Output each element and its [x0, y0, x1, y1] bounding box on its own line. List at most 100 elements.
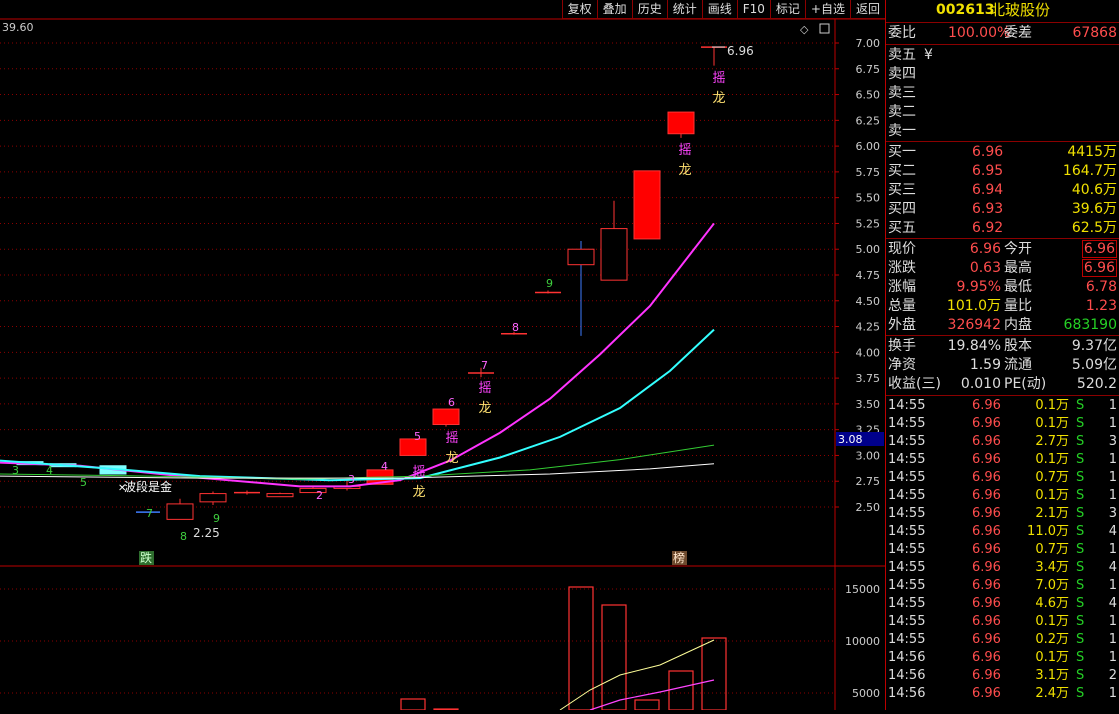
- trade-price: 6.96: [972, 632, 1001, 647]
- price-tick-label: 4.50: [856, 295, 881, 308]
- dragon-bottom-label: 龙: [678, 163, 691, 178]
- window-icon: [819, 23, 830, 34]
- volume-bar: [568, 586, 594, 711]
- toolbar-button-2[interactable]: 历史: [631, 0, 667, 19]
- toolbar-button-5[interactable]: F10: [736, 0, 770, 19]
- weicha-value: 67868: [1072, 25, 1117, 41]
- stat-row: 外盘 326942 内盘 683190: [886, 316, 1119, 335]
- stat2-row: 换手 19.84% 股本 9.37亿: [886, 337, 1119, 356]
- stat-value: 6.96: [1081, 259, 1117, 277]
- high-price-label: 6.96: [727, 44, 754, 58]
- trade-count: 1: [1108, 542, 1117, 557]
- trade-volume: 2.1万: [1035, 506, 1069, 521]
- trade-time: 14:55: [888, 452, 926, 467]
- volume-bar: [668, 670, 694, 711]
- candle-body: [432, 408, 460, 426]
- stat-label: 涨跌: [888, 260, 916, 276]
- stat-label: 最高: [1004, 260, 1032, 276]
- buy-label: 买一: [888, 144, 916, 160]
- price-tick-label: 5.75: [856, 166, 881, 179]
- trade-volume: 0.1万: [1035, 614, 1069, 629]
- buy-row: 买二 6.95 164.7万: [886, 162, 1119, 181]
- rank-label: 榜: [673, 550, 685, 565]
- toolbar-button-6[interactable]: 标记: [769, 0, 805, 19]
- sequence-number: 6: [448, 396, 455, 409]
- buy-volume: 40.6万: [1071, 182, 1117, 198]
- trade-count: 3: [1108, 506, 1117, 521]
- stat-label: 流通: [1004, 357, 1032, 373]
- trade-time: 14:55: [888, 416, 926, 431]
- buy-row: 买一 6.96 4415万: [886, 143, 1119, 162]
- sequence-number: 9: [546, 277, 553, 290]
- sequence-number: 4: [46, 464, 53, 477]
- trade-time: 14:55: [888, 542, 926, 557]
- stat-value: 683190: [1063, 317, 1117, 333]
- trade-price: 6.96: [972, 416, 1001, 431]
- trade-price: 6.96: [972, 650, 1001, 665]
- buy-row: 买三 6.94 40.6万: [886, 181, 1119, 200]
- kline-chart[interactable]: 7.00 6.75 6.50 6.25 6.00 5.75 5.50 5.25 5.00 4.75…: [0, 0, 885, 711]
- toolbar-button-4[interactable]: 画线: [701, 0, 737, 19]
- diamond-icon: ◇: [800, 23, 809, 36]
- annotation-label: 波段是金: [124, 479, 172, 494]
- stat-value: 326942: [947, 317, 1001, 333]
- dragon-top-label: 摇: [678, 143, 691, 158]
- stat-label: 内盘: [1004, 317, 1032, 333]
- stat-row: 总量 101.0万 量比 1.23: [886, 297, 1119, 316]
- price-tick-label: 3.75: [856, 372, 881, 385]
- trade-time: 14:55: [888, 506, 926, 521]
- kline-svg[interactable]: 7.00 6.75 6.50 6.25 6.00 5.75 5.50 5.25 5.00 4.75…: [0, 0, 885, 711]
- buy-price: 6.93: [972, 201, 1004, 217]
- price-tick-label: 4.25: [856, 321, 881, 334]
- table-row: 14:55 6.96 0.1万 S 1: [886, 415, 1119, 433]
- toolbar-button-8[interactable]: 返回: [849, 0, 885, 19]
- toolbar-button-0[interactable]: 复权: [561, 0, 597, 19]
- trade-time: 14:55: [888, 470, 926, 485]
- trade-time: 14:55: [888, 524, 926, 539]
- toolbar-button-7[interactable]: +自选: [804, 0, 850, 19]
- candle-body: [199, 493, 227, 503]
- volume-bar: [601, 604, 627, 711]
- stat-value: 6.96: [969, 241, 1001, 257]
- toolbar-button-3[interactable]: 统计: [666, 0, 702, 19]
- dragon-top-label: 摇: [478, 381, 491, 396]
- buy-price: 6.95: [972, 163, 1004, 179]
- sequence-number: 3: [12, 464, 19, 477]
- trade-time: 14:55: [888, 560, 926, 575]
- trade-volume: 0.7万: [1035, 470, 1069, 485]
- trade-count: 3: [1108, 434, 1117, 449]
- toolbar-button-1[interactable]: 叠加: [596, 0, 632, 19]
- table-row: 14:55 6.96 3.4万 S 4: [886, 559, 1119, 577]
- sequence-number: 3: [348, 473, 355, 486]
- trade-volume: 0.1万: [1035, 452, 1069, 467]
- stat2-row: 收益(三) 0.010 PE(动) 520.2: [886, 375, 1119, 394]
- dragon-top-label: 摇: [445, 431, 458, 446]
- sell-label: 卖三: [888, 85, 916, 101]
- trade-time: 14:55: [888, 434, 926, 449]
- trade-count: 1: [1108, 632, 1117, 647]
- trade-side: S: [1076, 578, 1085, 593]
- trade-volume: 11.0万: [1027, 524, 1069, 539]
- sell-row: 卖三: [886, 84, 1119, 103]
- trade-volume: 7.0万: [1035, 578, 1069, 593]
- sell-row: 卖二: [886, 103, 1119, 122]
- stat-label: 总量: [888, 298, 916, 314]
- stat-label: 现价: [888, 241, 916, 257]
- sequence-number: 8: [180, 530, 187, 543]
- price-tick-label: 4.00: [856, 346, 881, 359]
- trade-volume: 0.1万: [1035, 398, 1069, 413]
- trade-time: 14:55: [888, 578, 926, 593]
- weibi-value: 100.00%: [948, 25, 1011, 41]
- trade-price: 6.96: [972, 452, 1001, 467]
- trade-time: 14:55: [888, 398, 926, 413]
- table-row: 14:55 6.96 0.1万 S 1: [886, 487, 1119, 505]
- price-tick-label: 3.00: [856, 449, 881, 462]
- table-row: 14:55 6.96 0.7万 S 1: [886, 541, 1119, 559]
- trade-side: S: [1076, 524, 1085, 539]
- trade-time: 14:55: [888, 488, 926, 503]
- trade-count: 1: [1108, 452, 1117, 467]
- weibi-label: 委比: [888, 25, 916, 41]
- stock-code: 002613: [936, 2, 995, 18]
- trade-price: 6.96: [972, 434, 1001, 449]
- trade-price: 6.96: [972, 488, 1001, 503]
